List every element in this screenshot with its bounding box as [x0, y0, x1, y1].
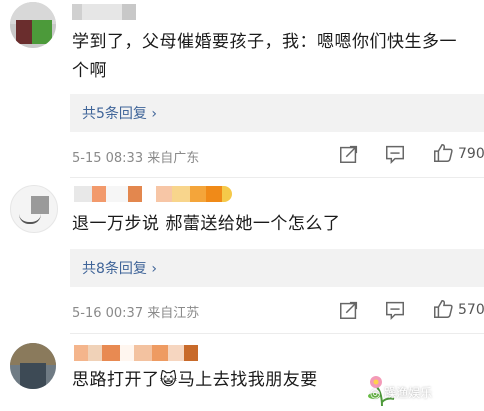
replies-link[interactable]: 共8条回复 ›: [82, 258, 157, 278]
comment-text: 思路打开了😺马上去找我朋友要: [72, 370, 318, 390]
comment-icon[interactable]: [384, 143, 406, 165]
comment-icon[interactable]: [384, 299, 406, 321]
forward-icon[interactable]: [338, 143, 360, 165]
cat-emoji-icon: 😺: [159, 370, 178, 390]
forward-icon[interactable]: [338, 299, 360, 321]
username-mosaic[interactable]: [74, 186, 232, 202]
username-mosaic[interactable]: [74, 345, 198, 361]
divider: [70, 177, 484, 178]
comment-location: 来自江苏: [147, 306, 200, 321]
chevron-right-icon: ›: [151, 261, 157, 277]
like-icon[interactable]: [432, 298, 454, 320]
replies-box[interactable]: 共5条回复 ›: [70, 94, 484, 132]
comment-text: 学到了，父母催婚要孩子，我：嗯嗯你们快生多一 个啊: [72, 32, 457, 81]
replies-box[interactable]: 共8条回复 ›: [70, 249, 484, 287]
avatar[interactable]: [10, 2, 56, 48]
comment-text: 退一万步说 郝蕾送给她一个怎么了: [72, 214, 341, 234]
username-mosaic[interactable]: [72, 4, 136, 20]
comment-meta: 5-15 08:33 来自广东: [72, 147, 199, 166]
like-icon[interactable]: [432, 142, 454, 164]
chevron-right-icon: ›: [151, 106, 157, 122]
like-count: 570: [458, 302, 484, 318]
avatar[interactable]: [10, 185, 58, 233]
like-count: 790: [458, 146, 484, 162]
comment-meta: 5-16 00:37 来自江苏: [72, 302, 199, 321]
comment-location: 来自广东: [147, 151, 200, 166]
comment-date: 5-15 08:33: [72, 151, 144, 166]
watermark: ◎ 躁渔娱乐: [370, 386, 433, 400]
replies-link[interactable]: 共5条回复 ›: [82, 103, 157, 123]
comment-date: 5-16 00:37: [72, 306, 144, 321]
divider: [70, 333, 484, 334]
avatar[interactable]: [10, 343, 56, 389]
